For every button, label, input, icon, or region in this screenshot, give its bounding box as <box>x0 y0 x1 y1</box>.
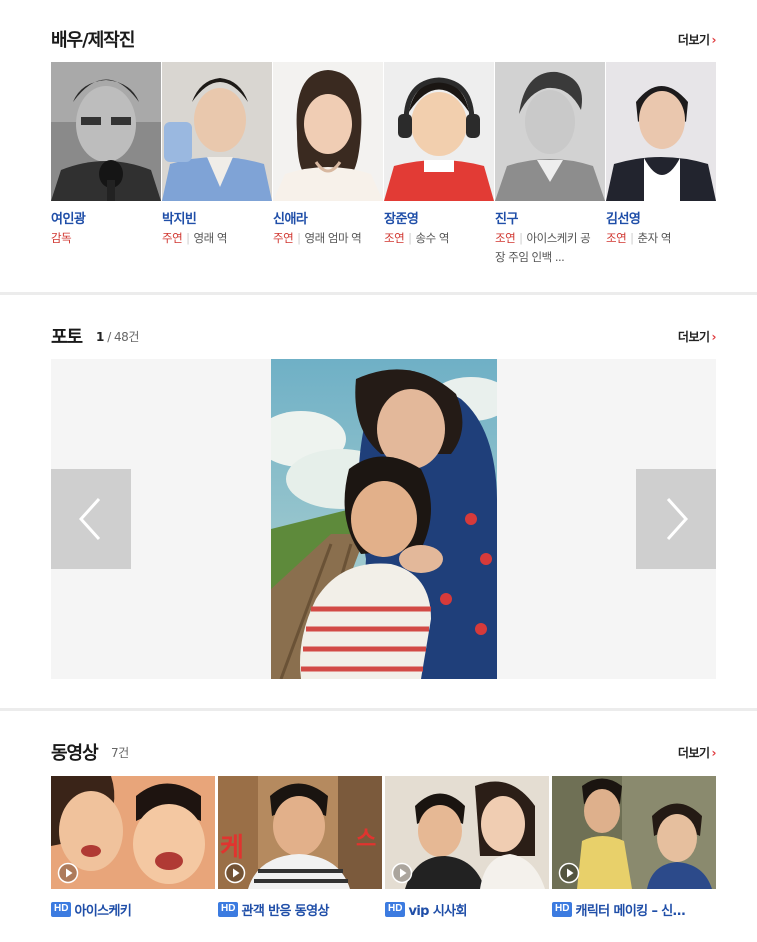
video-thumbnail[interactable] <box>385 776 549 889</box>
video-card[interactable]: HD 아이스케키 <box>51 776 215 921</box>
cast-name[interactable]: 진구 <box>495 208 518 227</box>
cast-role: 조연 | 송수 역 <box>384 229 488 248</box>
cast-role-desc: 영래 엄마 역 <box>304 231 362 245</box>
video-card[interactable]: 케 스 HD 관객 반응 동영상 <box>218 776 382 921</box>
hd-badge: HD <box>218 902 239 917</box>
divider: | <box>519 231 523 245</box>
cast-role-type: 조연 <box>606 231 627 245</box>
video-thumbnail[interactable] <box>51 776 215 889</box>
photo-prev-button[interactable] <box>51 469 131 569</box>
photo-more-link[interactable]: 더보기 › <box>677 328 717 345</box>
video-title-label: 관객 반응 동영상 <box>241 904 329 917</box>
cast-card[interactable]: 장준영 조연 | 송수 역 <box>384 62 495 272</box>
divider: | <box>630 231 634 245</box>
divider: | <box>186 231 190 245</box>
cast-card[interactable]: 여인광 감독 <box>51 62 162 272</box>
video-section-title: 동영상 <box>51 743 99 764</box>
video-title[interactable]: HD 아이스케키 <box>51 899 215 917</box>
video-title[interactable]: HD vip 시사회 <box>385 899 549 917</box>
cast-role-type: 조연 <box>384 231 405 245</box>
svg-text:스: 스 <box>356 827 376 852</box>
photo-total: / 48건 <box>107 330 139 344</box>
photo-next-button[interactable] <box>636 469 716 569</box>
chevron-right-icon <box>666 497 689 541</box>
video-title[interactable]: HD 관객 반응 동영상 <box>218 899 382 917</box>
cast-role-type: 감독 <box>51 231 72 245</box>
video-title[interactable]: HD 캐릭터 메이킹 – 신… <box>552 899 716 917</box>
chevron-right-icon: › <box>711 330 717 344</box>
video-title-label: vip 시사회 <box>408 904 467 917</box>
cast-role: 주연 | 영래 엄마 역 <box>273 229 377 248</box>
cast-photo[interactable] <box>51 62 161 201</box>
chevron-right-icon: › <box>711 33 717 47</box>
cast-role: 감독 <box>51 229 155 248</box>
cast-name[interactable]: 장준영 <box>384 208 419 227</box>
chevron-right-icon: › <box>711 746 717 760</box>
cast-role-desc: 영래 역 <box>193 231 228 245</box>
cast-card[interactable]: 김선영 조연 | 춘자 역 <box>606 62 717 272</box>
hd-badge: HD <box>385 902 406 917</box>
cast-name[interactable]: 박지빈 <box>162 208 197 227</box>
video-count: 7건 <box>111 746 129 760</box>
photo-viewer <box>51 359 716 679</box>
divider: | <box>297 231 301 245</box>
cast-photo[interactable] <box>606 62 716 201</box>
video-title-label: 아이스케키 <box>74 904 132 917</box>
hd-badge: HD <box>552 902 573 917</box>
cast-role-desc: 송수 역 <box>415 231 450 245</box>
cast-more-link[interactable]: 더보기 › <box>677 31 717 48</box>
cast-role: 주연 | 영래 역 <box>162 229 266 248</box>
photo-section-title: 포토 <box>51 327 83 348</box>
cast-card[interactable]: 박지빈 주연 | 영래 역 <box>162 62 273 272</box>
cast-role-desc: 춘자 역 <box>637 231 672 245</box>
cast-card[interactable]: 진구 조연 | 아이스케키 공장 주임 인백 ... <box>495 62 606 272</box>
chevron-left-icon <box>78 497 101 541</box>
hd-badge: HD <box>51 902 72 917</box>
play-circle-icon <box>57 862 79 884</box>
video-title-label: 캐릭터 메이킹 – 신… <box>575 904 686 917</box>
video-more-label: 더보기 <box>677 746 710 760</box>
photo-current-index: 1 <box>96 330 104 344</box>
video-more-link[interactable]: 더보기 › <box>677 744 717 761</box>
play-circle-icon <box>391 862 413 884</box>
cast-role-type: 조연 <box>495 231 516 245</box>
play-circle-icon <box>224 862 246 884</box>
cast-name[interactable]: 신애라 <box>273 208 308 227</box>
video-card[interactable]: HD 캐릭터 메이킹 – 신… <box>552 776 716 921</box>
play-circle-icon <box>558 862 580 884</box>
cast-section-title: 배우/제작진 <box>51 30 135 51</box>
cast-role: 조연 | 춘자 역 <box>606 229 710 248</box>
photo-main-image[interactable] <box>271 359 497 679</box>
video-thumbnail[interactable] <box>552 776 716 889</box>
divider: | <box>408 231 412 245</box>
photo-counter: 1 / 48건 <box>96 328 139 345</box>
cast-list: 여인광 감독 박지빈 주연 | 영래 역 신애라 주연 | 영래 엄마 역 장준… <box>51 62 716 272</box>
cast-photo[interactable] <box>162 62 272 201</box>
cast-photo[interactable] <box>495 62 605 201</box>
photo-more-label: 더보기 <box>677 330 710 344</box>
cast-name[interactable]: 김선영 <box>606 208 641 227</box>
cast-role-type: 주연 <box>162 231 183 245</box>
cast-card[interactable]: 신애라 주연 | 영래 엄마 역 <box>273 62 384 272</box>
cast-name[interactable]: 여인광 <box>51 208 86 227</box>
video-thumbnail[interactable]: 케 스 <box>218 776 382 889</box>
svg-text:케: 케 <box>220 833 244 863</box>
cast-role: 조연 | 아이스케키 공장 주임 인백 ... <box>495 229 599 267</box>
cast-photo[interactable] <box>384 62 494 201</box>
cast-photo[interactable] <box>273 62 383 201</box>
cast-more-label: 더보기 <box>677 33 710 47</box>
video-card[interactable]: HD vip 시사회 <box>385 776 549 921</box>
cast-role-type: 주연 <box>273 231 294 245</box>
